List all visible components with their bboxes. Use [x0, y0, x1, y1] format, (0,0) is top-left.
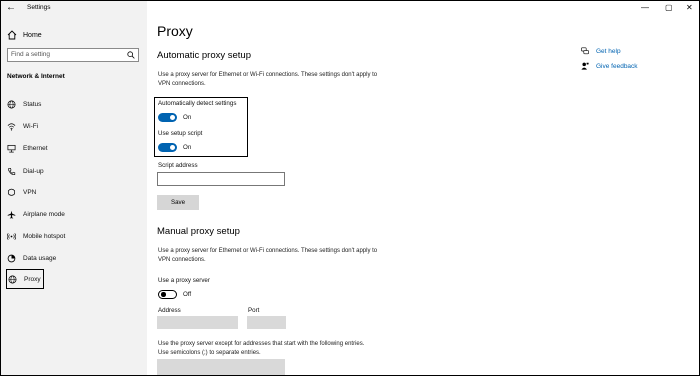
- hotspot-icon: [7, 232, 16, 240]
- sidebar-item-label: Ethernet: [23, 144, 48, 152]
- give-feedback-link[interactable]: Give feedback: [581, 61, 638, 71]
- sidebar-item-label: Wi-Fi: [23, 122, 39, 130]
- sidebar-item-airplane-mode[interactable]: Airplane mode: [6, 207, 126, 221]
- ethernet-icon: [7, 144, 16, 152]
- port-label: Port: [248, 307, 260, 314]
- sidebar-item-label: Data usage: [23, 254, 57, 262]
- port-input[interactable]: [247, 316, 286, 329]
- feedback-person-icon: [581, 62, 589, 70]
- close-button[interactable]: ✕: [686, 3, 693, 12]
- script-address-input[interactable]: [157, 172, 285, 186]
- exceptions-input[interactable]: [157, 359, 285, 375]
- exceptions-description: Use the proxy server except for addresse…: [158, 341, 365, 356]
- help-chat-icon: [581, 47, 589, 55]
- phone-icon: [8, 167, 16, 175]
- sidebar-item-label: Proxy: [24, 275, 41, 283]
- search-icon[interactable]: [127, 51, 135, 59]
- automatic-proxy-heading: Automatic proxy setup: [157, 50, 251, 61]
- auto-detect-label: Automatically detect settings: [158, 100, 237, 107]
- minimize-button[interactable]: —: [641, 3, 649, 12]
- home-label: Home: [23, 31, 42, 39]
- setup-script-label: Use setup script: [158, 130, 203, 137]
- sidebar-item-data-usage[interactable]: Data usage: [6, 251, 126, 265]
- use-proxy-label: Use a proxy server: [158, 277, 210, 284]
- get-help-label[interactable]: Get help: [596, 48, 621, 55]
- give-feedback-label[interactable]: Give feedback: [596, 63, 638, 70]
- search-box[interactable]: Find a setting: [7, 48, 139, 62]
- sidebar-item-label: Mobile hotspot: [23, 232, 66, 240]
- sidebar-item-status[interactable]: Status: [6, 97, 126, 111]
- setup-script-toggle[interactable]: [158, 143, 177, 152]
- setup-script-state: On: [183, 144, 192, 151]
- sidebar-item-ethernet[interactable]: Ethernet: [6, 141, 126, 155]
- sidebar-item-wifi[interactable]: Wi-Fi: [6, 119, 126, 133]
- manual-proxy-heading: Manual proxy setup: [157, 226, 240, 237]
- sidebar-item-proxy[interactable]: Proxy: [6, 269, 44, 289]
- address-input[interactable]: [157, 316, 238, 329]
- sidebar-item-mobile-hotspot[interactable]: Mobile hotspot: [6, 229, 126, 243]
- sidebar-item-label: Status: [23, 100, 42, 108]
- wifi-icon: [7, 122, 16, 131]
- maximize-button[interactable]: ▢: [665, 3, 673, 12]
- use-proxy-state: Off: [183, 291, 192, 298]
- sidebar-item-label: Dial-up: [23, 167, 44, 175]
- sidebar-item-vpn[interactable]: VPN: [6, 185, 126, 199]
- page-title: Proxy: [157, 23, 193, 39]
- airplane-icon: [7, 210, 16, 218]
- auto-detect-state: On: [183, 114, 192, 121]
- data-usage-icon: [7, 254, 16, 262]
- sidebar-item-label: Airplane mode: [23, 210, 65, 218]
- globe-icon: [8, 275, 17, 283]
- globe-status-icon: [7, 100, 16, 108]
- vpn-icon: [7, 188, 16, 196]
- sidebar: ← Settings Home Find a setting Network &…: [1, 1, 147, 375]
- automatic-proxy-description: Use a proxy server for Ethernet or Wi-Fi…: [158, 72, 378, 87]
- address-label: Address: [158, 307, 181, 314]
- window-title: Settings: [27, 4, 51, 11]
- search-placeholder[interactable]: Find a setting: [11, 51, 50, 58]
- script-address-label: Script address: [158, 162, 198, 169]
- auto-detect-toggle[interactable]: [158, 113, 177, 122]
- sidebar-item-dialup[interactable]: Dial-up: [6, 164, 126, 178]
- title-bar: ← Settings: [1, 1, 147, 17]
- settings-window: ← Settings Home Find a setting Network &…: [0, 0, 700, 376]
- home-nav-item[interactable]: Home: [7, 29, 42, 41]
- get-help-link[interactable]: Get help: [581, 46, 621, 56]
- section-title: Network & Internet: [7, 73, 65, 80]
- home-icon: [7, 30, 17, 40]
- sidebar-item-label: VPN: [23, 188, 37, 196]
- use-proxy-toggle[interactable]: [158, 290, 177, 299]
- save-button[interactable]: Save: [157, 195, 199, 210]
- manual-proxy-description: Use a proxy server for Ethernet or Wi-Fi…: [158, 248, 378, 263]
- back-arrow-icon[interactable]: ←: [6, 2, 16, 14]
